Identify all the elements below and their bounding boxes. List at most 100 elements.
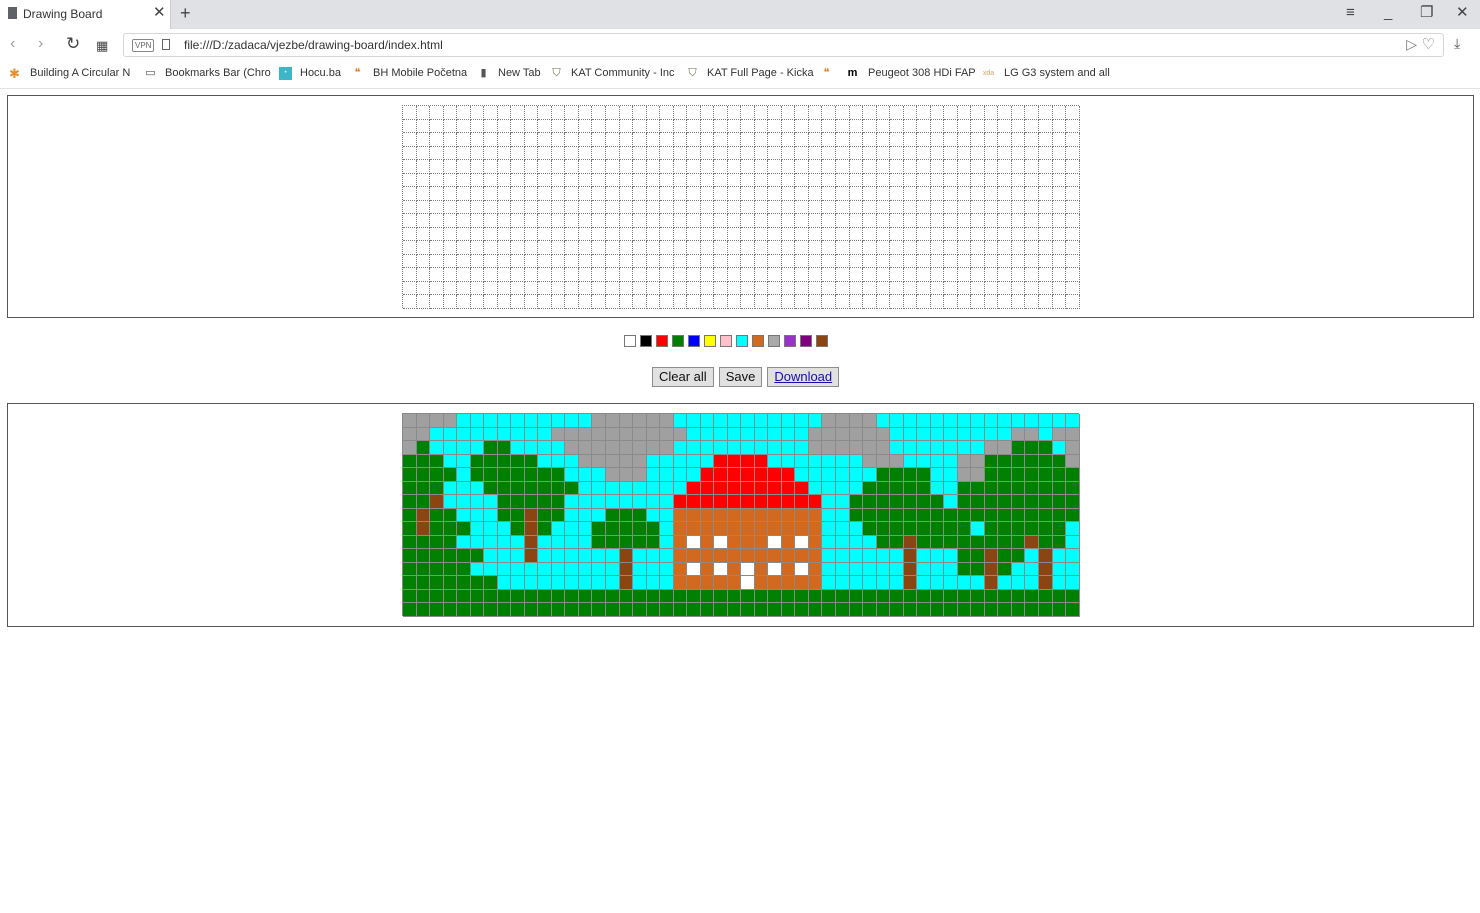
grid-cell[interactable]: [1066, 254, 1080, 269]
grid-cell[interactable]: [781, 146, 796, 161]
grid-cell[interactable]: [430, 146, 444, 161]
grid-cell[interactable]: [646, 106, 661, 120]
grid-cell[interactable]: [863, 268, 877, 282]
grid-cell[interactable]: [538, 173, 552, 188]
grid-cell[interactable]: [457, 227, 471, 242]
grid-cell[interactable]: [781, 119, 796, 134]
grid-cell[interactable]: [457, 146, 471, 161]
grid-cell[interactable]: [660, 187, 674, 201]
grid-cell[interactable]: [1052, 200, 1067, 215]
speed-dial-icon[interactable]: ▦: [96, 37, 108, 55]
grid-cell[interactable]: [930, 268, 945, 282]
grid-cell[interactable]: [1038, 227, 1053, 242]
send-icon[interactable]: ▷: [1406, 36, 1417, 53]
grid-cell[interactable]: [1025, 160, 1039, 174]
grid-cell[interactable]: [957, 106, 972, 120]
grid-cell[interactable]: [1066, 268, 1080, 282]
grid-cell[interactable]: [673, 241, 688, 255]
grid-cell[interactable]: [1052, 227, 1067, 242]
grid-cell[interactable]: [876, 173, 891, 188]
grid-cell[interactable]: [700, 281, 715, 296]
grid-cell[interactable]: [443, 146, 458, 161]
grid-cell[interactable]: [565, 187, 579, 201]
grid-cell[interactable]: [660, 106, 674, 120]
grid-cell[interactable]: [795, 106, 809, 120]
grid-cell[interactable]: [903, 106, 918, 120]
grid-cell[interactable]: [795, 160, 809, 174]
grid-cell[interactable]: [524, 160, 539, 174]
grid-cell[interactable]: [984, 106, 999, 120]
grid-cell[interactable]: [1052, 268, 1067, 282]
grid-cell[interactable]: [619, 268, 634, 282]
grid-cell[interactable]: [944, 214, 958, 228]
grid-cell[interactable]: [673, 187, 688, 201]
grid-cell[interactable]: [443, 214, 458, 228]
grid-cell[interactable]: [1038, 160, 1053, 174]
grid-cell[interactable]: [687, 160, 701, 174]
grid-cell[interactable]: [660, 295, 674, 309]
grid-cell[interactable]: [714, 133, 728, 147]
grid-cell[interactable]: [1038, 146, 1053, 161]
grid-cell[interactable]: [781, 214, 796, 228]
grid-cell[interactable]: [565, 160, 579, 174]
grid-cell[interactable]: [660, 200, 674, 215]
grid-cell[interactable]: [484, 160, 498, 174]
clear-all-button[interactable]: Clear all: [652, 367, 714, 387]
grid-cell[interactable]: [430, 173, 444, 188]
close-tab-icon[interactable]: ✕: [153, 4, 166, 22]
grid-cell[interactable]: [551, 214, 566, 228]
vpn-badge[interactable]: VPN: [132, 39, 155, 52]
grid-cell[interactable]: [605, 214, 620, 228]
grid-cell[interactable]: [403, 200, 417, 215]
grid-cell[interactable]: [484, 187, 498, 201]
grid-cell[interactable]: [849, 160, 864, 174]
grid-cell[interactable]: [944, 160, 958, 174]
grid-cell[interactable]: [511, 119, 525, 134]
grid-cell[interactable]: [822, 241, 836, 255]
grid-cell[interactable]: [903, 295, 918, 309]
grid-cell[interactable]: [565, 146, 579, 161]
grid-cell[interactable]: [484, 119, 498, 134]
grid-cell[interactable]: [984, 254, 999, 269]
grid-cell[interactable]: [727, 241, 742, 255]
grid-cell[interactable]: [592, 295, 606, 309]
grid-cell[interactable]: [673, 200, 688, 215]
grid-cell[interactable]: [1025, 227, 1039, 242]
grid-cell[interactable]: [673, 214, 688, 228]
grid-cell[interactable]: [795, 268, 809, 282]
grid-cell[interactable]: [808, 241, 823, 255]
grid-cell[interactable]: [768, 281, 782, 296]
grid-cell[interactable]: [605, 119, 620, 134]
grid-cell[interactable]: [403, 254, 417, 269]
grid-cell[interactable]: [836, 214, 850, 228]
grid-cell[interactable]: [849, 254, 864, 269]
grid-cell[interactable]: [971, 295, 985, 309]
grid-cell[interactable]: [1038, 173, 1053, 188]
grid-cell[interactable]: [538, 119, 552, 134]
grid-cell[interactable]: [1038, 187, 1053, 201]
grid-cell[interactable]: [754, 268, 769, 282]
grid-cell[interactable]: [1011, 119, 1026, 134]
grid-cell[interactable]: [416, 160, 431, 174]
grid-cell[interactable]: [497, 146, 512, 161]
grid-cell[interactable]: [457, 214, 471, 228]
grid-cell[interactable]: [917, 187, 931, 201]
grid-cell[interactable]: [714, 146, 728, 161]
grid-cell[interactable]: [484, 268, 498, 282]
save-button[interactable]: Save: [718, 367, 763, 387]
grid-cell[interactable]: [497, 227, 512, 242]
grid-cell[interactable]: [565, 200, 579, 215]
grid-cell[interactable]: [998, 281, 1012, 296]
grid-cell[interactable]: [957, 160, 972, 174]
grid-cell[interactable]: [565, 119, 579, 134]
download-button[interactable]: Download: [767, 367, 840, 387]
grid-cell[interactable]: [1011, 295, 1026, 309]
bookmark-item[interactable]: Hocu.ba: [300, 67, 341, 79]
grid-cell[interactable]: [430, 227, 444, 242]
grid-cell[interactable]: [849, 146, 864, 161]
grid-cell[interactable]: [795, 200, 809, 215]
grid-cell[interactable]: [903, 214, 918, 228]
grid-cell[interactable]: [741, 241, 755, 255]
grid-cell[interactable]: [890, 187, 904, 201]
grid-cell[interactable]: [1025, 241, 1039, 255]
